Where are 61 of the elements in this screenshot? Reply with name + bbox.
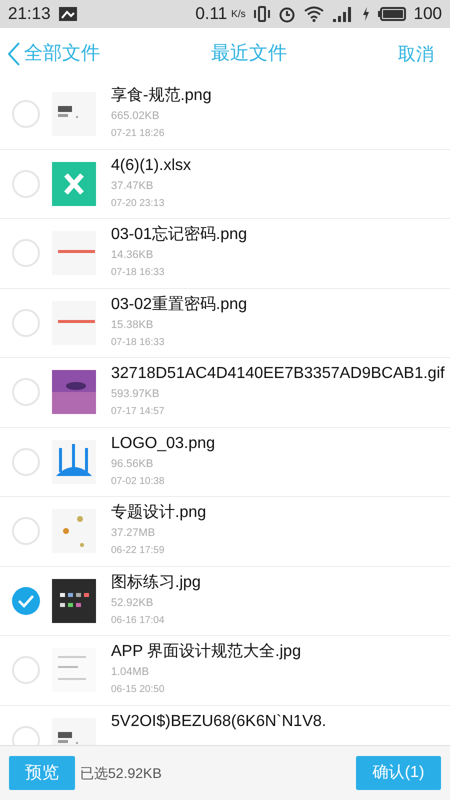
image-icon: [58, 7, 77, 21]
checkbox-checked[interactable]: [12, 586, 40, 615]
file-size: 14.36KB: [111, 248, 154, 263]
file-name: 专题设计.png: [111, 503, 206, 523]
file-name: 图标练习.jpg: [111, 572, 201, 592]
selected-size: 已选52.92KB: [80, 764, 163, 782]
status-time: 21:13: [8, 3, 51, 26]
vibrate-icon: [254, 6, 270, 22]
file-row[interactable]: 专题设计.png 37.27MB 06-22 17:59: [0, 497, 450, 566]
file-size: 665.02KB: [111, 109, 160, 124]
checkbox[interactable]: [12, 448, 40, 476]
back-icon: [8, 42, 20, 66]
checkbox[interactable]: [12, 308, 40, 337]
file-date: 07-02 10:38: [111, 474, 166, 488]
file-row[interactable]: APP 界面设计规范大全.jpg 1.04MB 06-15 20:50: [0, 636, 450, 706]
file-size: 37.27MB: [111, 526, 156, 541]
file-name: 03-01忘记密码.png: [111, 225, 248, 245]
battery-icon: [378, 7, 406, 21]
file-size: 593.97KB: [111, 387, 160, 402]
checkbox[interactable]: [12, 170, 40, 198]
file-name: 32718D51AC4D4140EE7B3357AD9BCAB1.gif: [111, 364, 445, 384]
file-name: 5V2OI$)BEZU68(6K6N`N1V8.: [111, 712, 326, 732]
spreadsheet-icon: [52, 162, 96, 206]
charging-icon: [362, 7, 370, 21]
checkbox[interactable]: [12, 378, 40, 406]
network-speed: 0.11: [195, 3, 228, 26]
file-row[interactable]: 03-02重置密码.png 15.38KB 07-18 16:33: [0, 288, 450, 358]
signal-icon: [332, 6, 354, 22]
file-row[interactable]: LOGO_03.png 96.56KB 07-02 10:38: [0, 428, 450, 497]
alarm-icon: [278, 5, 296, 23]
file-row[interactable]: 32718D51AC4D4140EE7B3357AD9BCAB1.gif 593.97KB 07-17 14:57: [0, 358, 450, 428]
file-date: 06-22 17:59: [111, 544, 166, 558]
checkbox[interactable]: [12, 239, 40, 268]
file-name: 4(6)(1).xlsx: [111, 156, 192, 176]
file-date: 07-21 18:26: [111, 127, 166, 141]
speed-unit: K/s: [231, 8, 246, 22]
wifi-icon: [304, 6, 324, 22]
file-size: 37.47KB: [111, 178, 154, 194]
file-name: 享食-规范.png: [111, 86, 212, 106]
file-row[interactable]: 享食-规范.png 665.02KB 07-21 18:26: [0, 80, 450, 150]
file-row[interactable]: 03-01忘记密码.png 14.36KB 07-18 16:33: [0, 219, 450, 288]
file-size: 15.38KB: [111, 318, 154, 332]
file-date: 07-17 14:57: [111, 405, 166, 419]
checkbox[interactable]: [12, 656, 40, 684]
file-date: 07-18 16:33: [111, 266, 166, 280]
file-date: 06-15 20:50: [111, 683, 166, 697]
file-name: APP 界面设计规范大全.jpg: [111, 642, 301, 662]
file-size: 1.04MB: [111, 665, 150, 680]
file-size: 96.56KB: [111, 456, 154, 472]
file-row[interactable]: 图标练习.jpg 52.92KB 06-16 17:04: [0, 566, 450, 636]
page-title: 最近文件: [211, 42, 287, 66]
file-name: LOGO_03.png: [111, 434, 216, 454]
checkbox[interactable]: [12, 100, 40, 128]
checkbox[interactable]: [12, 517, 40, 546]
file-date: 07-20 23:13: [111, 196, 166, 210]
file-date: 07-18 16:33: [111, 336, 166, 350]
file-row[interactable]: 4(6)(1).xlsx 37.47KB 07-20 23:13: [0, 150, 450, 219]
file-size: 52.92KB: [111, 596, 154, 610]
file-date: 06-16 17:04: [111, 614, 166, 628]
file-name: 03-02重置密码.png: [111, 294, 248, 314]
battery-level: 100: [414, 3, 442, 26]
